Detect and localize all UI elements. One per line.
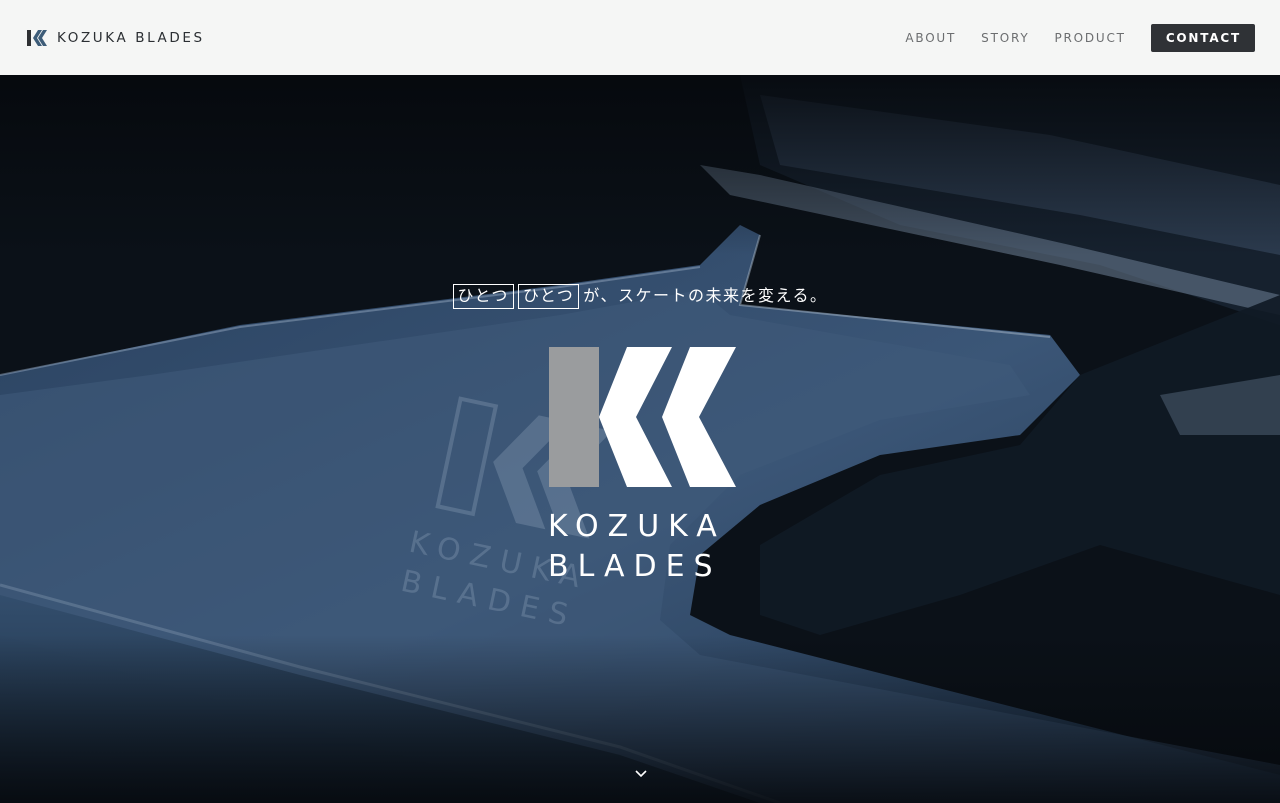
chevron-down-icon[interactable] [633, 767, 649, 779]
brand-logo[interactable]: KOZUKA BLADES [27, 29, 205, 46]
wordmark-line-1: KOZUKA [548, 509, 726, 544]
kozuka-mark-icon [27, 29, 47, 46]
hero-tagline: ひとつ ひとつ が、スケートの未来を変える。 [0, 282, 1280, 309]
tagline-boxed-word: ひとつ [517, 284, 580, 309]
contact-button[interactable]: CONTACT [1150, 23, 1255, 52]
hero-section: KOZUKA BLADES ひとつ ひとつ が、スケートの未来を変える。 KOZUK… [0, 75, 1280, 803]
kozuka-blades-logo [549, 347, 736, 487]
main-nav: ABOUT STORY PRODUCT CONTACT [880, 23, 1255, 52]
nav-about[interactable]: ABOUT [905, 31, 956, 45]
nav-story[interactable]: STORY [981, 31, 1029, 45]
brand-name: KOZUKA BLADES [57, 29, 205, 46]
tagline-boxed-word: ひとつ [452, 284, 514, 309]
wordmark-line-2: BLADES [548, 549, 722, 584]
tagline-text: が、スケートの未来を変える。 [583, 286, 828, 305]
nav-product[interactable]: PRODUCT [1054, 31, 1125, 45]
hero-wordmark: KOZUKA BLADES [548, 507, 726, 587]
site-header: KOZUKA BLADES ABOUT STORY PRODUCT CONTAC… [0, 0, 1280, 75]
